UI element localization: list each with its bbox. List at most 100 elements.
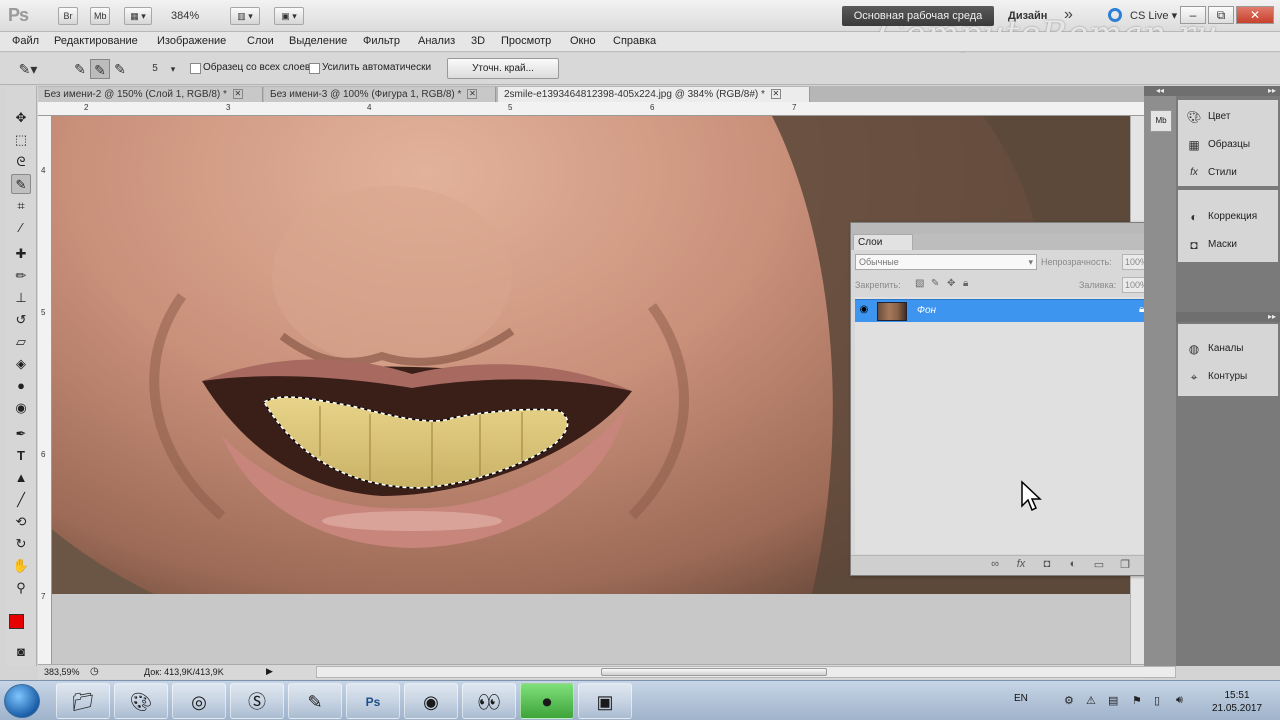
screen-mode-button[interactable]: ▣ ▾	[274, 7, 304, 25]
type-tool-icon[interactable]: T	[11, 446, 31, 466]
panel-color[interactable]: 🎨︎ Цвет	[1184, 106, 1276, 128]
more-workspaces-icon[interactable]: »	[1064, 6, 1073, 24]
ruler-left[interactable]: 4 5 6 7	[38, 116, 52, 664]
link-layers-icon[interactable]: ∞	[987, 558, 1003, 574]
tool-preset-icon[interactable]: ✎▾	[18, 59, 38, 79]
menu-select[interactable]: Выделение	[289, 35, 347, 47]
minibridge-button[interactable]: Mb	[90, 7, 110, 25]
status-menu-arrow-icon[interactable]: ▶	[266, 666, 273, 677]
auto-enhance-checkbox[interactable]	[309, 63, 320, 74]
status-icon[interactable]: ◷	[90, 666, 99, 677]
panel-masks[interactable]: ◘ Маски	[1184, 234, 1276, 256]
menu-window[interactable]: Окно	[570, 35, 596, 47]
workspace-essentials-button[interactable]: Основная рабочая среда	[842, 6, 994, 26]
line-tool-icon[interactable]: ╱	[11, 490, 31, 510]
layers-panel-header[interactable]: ◂◂ ✕	[851, 221, 1174, 234]
terminal-task-icon[interactable]: ▣	[578, 683, 632, 719]
lock-transparent-icon[interactable]: ▧	[915, 278, 924, 289]
eraser-tool-icon[interactable]: ▱	[11, 332, 31, 352]
menu-help[interactable]: Справка	[613, 35, 656, 47]
brush-size-picker[interactable]: 5	[145, 59, 165, 79]
tray-battery-icon[interactable]: ▯	[1154, 694, 1160, 707]
lasso-tool-icon[interactable]: ᘓ	[11, 152, 31, 172]
foreground-color-swatch[interactable]	[9, 614, 24, 629]
add-to-selection-icon[interactable]: ✎	[90, 59, 110, 79]
chrome-task-icon[interactable]: ◎	[172, 683, 226, 719]
horizontal-scrollbar[interactable]	[316, 666, 1176, 678]
tab-document-3[interactable]: Без имени-3 @ 100% (Фигура 1, RGB/8) * ✕	[264, 87, 496, 102]
tray-volume-icon[interactable]: 🔊︎	[1176, 694, 1183, 707]
language-indicator[interactable]: EN	[1014, 693, 1028, 704]
brush-dropdown-icon[interactable]: ▾	[163, 59, 183, 79]
skype-task-icon[interactable]: Ⓢ	[230, 683, 284, 719]
blend-mode-select[interactable]: Обычные ▾	[855, 254, 1037, 270]
minimize-button[interactable]: –	[1180, 6, 1206, 24]
healing-brush-icon[interactable]: ✚	[11, 244, 31, 264]
notepad-task-icon[interactable]: ✎	[288, 683, 342, 719]
quick-selection-tool-icon[interactable]: ✎	[11, 174, 31, 194]
webcam-task-icon[interactable]: ◉	[404, 683, 458, 719]
quick-mask-icon[interactable]: ◙	[11, 642, 31, 662]
menu-image[interactable]: Изображение	[157, 35, 226, 47]
dock-collapse-icon-2[interactable]: ▸▸	[1176, 312, 1280, 322]
start-button[interactable]	[4, 684, 40, 718]
ruler-top[interactable]: 2 3 4 5 6 7	[38, 102, 1144, 116]
paint-bucket-icon[interactable]: ◈	[11, 354, 31, 374]
workspace-design-button[interactable]: Дизайн	[1008, 10, 1047, 22]
new-selection-icon[interactable]: ✎	[70, 59, 90, 79]
view-extras-button[interactable]: ▦ ▾	[124, 7, 152, 25]
bridge-button[interactable]: Br	[58, 7, 78, 25]
menu-view[interactable]: Просмотр	[501, 35, 551, 47]
panel-paths[interactable]: ⌖ Контуры	[1184, 366, 1276, 388]
layer-style-icon[interactable]: fx	[1013, 558, 1029, 574]
new-layer-icon[interactable]: ❐	[1117, 558, 1133, 574]
dock-expand-icon[interactable]: ◂◂	[1144, 86, 1176, 96]
eyes-task-icon[interactable]: 👀︎	[462, 683, 516, 719]
panel-adjustments[interactable]: ◐ Коррекция	[1184, 206, 1276, 228]
recorder-task-icon[interactable]: ⏺	[520, 683, 574, 719]
panel-channels[interactable]: ◍ Каналы	[1184, 338, 1276, 360]
cslive-icon[interactable]	[1108, 8, 1122, 22]
eyedropper-tool-icon[interactable]: ⁄	[11, 218, 31, 238]
tab-close-icon[interactable]: ✕	[467, 89, 478, 100]
dodge-tool-icon[interactable]: ◉	[11, 398, 31, 418]
tray-flag-icon[interactable]: ⚑	[1132, 694, 1142, 707]
crop-tool-icon[interactable]: ⌗	[11, 196, 31, 216]
lock-all-icon[interactable]: 🔒︎	[963, 278, 968, 289]
layer-list[interactable]	[855, 297, 1159, 554]
tab-active-document[interactable]: 2smile-e1393464812398-405x224.jpg @ 384%…	[498, 87, 810, 102]
visibility-eye-icon[interactable]: ◉	[857, 304, 871, 318]
layer-row-background[interactable]: ◉ Фон 🔒︎	[855, 299, 1159, 322]
clone-stamp-icon[interactable]: ⊥	[11, 288, 31, 308]
marquee-tool-icon[interactable]: ⬚	[11, 130, 31, 150]
hand-tool-icon[interactable]: ✋	[11, 556, 31, 576]
move-tool-icon[interactable]: ✥	[11, 108, 31, 128]
blur-tool-icon[interactable]: ●	[11, 376, 31, 396]
tab-layers[interactable]: Слои	[853, 234, 913, 250]
dock-collapse-icon[interactable]: ▸▸	[1176, 86, 1280, 96]
menu-3d[interactable]: 3D	[471, 35, 485, 47]
maximize-button[interactable]: ⧉	[1208, 6, 1234, 24]
horizontal-scroll-thumb[interactable]	[601, 668, 827, 676]
path-selection-icon[interactable]: ▲	[11, 468, 31, 488]
paint-task-icon[interactable]: 🎨︎	[114, 683, 168, 719]
cslive-button[interactable]: CS Live ▾	[1130, 9, 1177, 22]
tab-close-icon[interactable]: ✕	[232, 89, 243, 100]
system-clock[interactable]: 15:51 21.05.2017	[1200, 689, 1274, 715]
minibridge-panel-icon[interactable]: Mb	[1150, 110, 1172, 132]
menu-file[interactable]: Файл	[12, 35, 39, 47]
panel-styles[interactable]: fx Стили	[1184, 162, 1276, 184]
history-brush-icon[interactable]: ↺	[11, 310, 31, 330]
status-zoom[interactable]: 383,59%	[44, 667, 80, 677]
tab-document-2[interactable]: Без имени-2 @ 150% (Слой 1, RGB/8) * ✕	[38, 87, 263, 102]
menu-filter[interactable]: Фильтр	[363, 35, 400, 47]
subtract-selection-icon[interactable]: ✎	[110, 59, 130, 79]
panel-swatches[interactable]: ▦ Образцы	[1184, 134, 1276, 156]
layer-name[interactable]: Фон	[917, 305, 936, 316]
sample-all-layers-checkbox[interactable]	[190, 63, 201, 74]
pen-tool-icon[interactable]: ✒	[11, 424, 31, 444]
brush-tool-icon[interactable]: ✏	[11, 266, 31, 286]
new-group-icon[interactable]: ▭	[1091, 558, 1107, 574]
close-window-button[interactable]: ✕	[1236, 6, 1274, 24]
adjustment-layer-icon[interactable]: ◐	[1065, 558, 1081, 574]
